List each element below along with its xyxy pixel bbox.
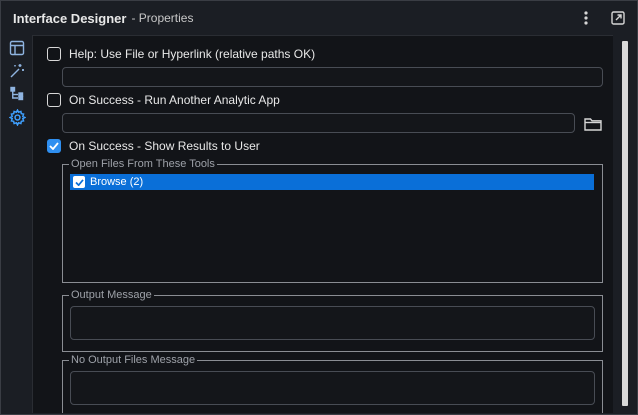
output-message-legend: Output Message xyxy=(71,289,152,301)
run-app-checkbox-row[interactable]: On Success - Run Another Analytic App xyxy=(47,93,280,107)
vertical-scrollbar[interactable] xyxy=(613,35,637,413)
title-bar: Interface Designer - Properties xyxy=(1,1,637,35)
magic-wand-icon[interactable] xyxy=(8,62,26,80)
window-title: Interface Designer xyxy=(13,10,127,26)
open-files-group: Open Files From These Tools Browse (2) xyxy=(62,158,603,283)
tree-icon[interactable] xyxy=(8,85,26,103)
folder-icon[interactable] xyxy=(582,114,604,134)
help-checkbox-label: Help: Use File or Hyperlink (relative pa… xyxy=(69,47,316,61)
help-checkbox[interactable] xyxy=(47,47,61,61)
window-subtitle: - Properties xyxy=(131,11,194,25)
open-files-list-item[interactable]: Browse (2) xyxy=(70,174,594,190)
show-results-checkbox-row[interactable]: On Success - Show Results to User xyxy=(47,139,260,153)
run-app-checkbox-label: On Success - Run Another Analytic App xyxy=(69,93,280,107)
help-link-field[interactable] xyxy=(62,67,603,87)
vertical-ellipsis-icon[interactable] xyxy=(577,8,595,28)
show-results-checkbox-label: On Success - Show Results to User xyxy=(69,139,260,153)
show-results-checkbox[interactable] xyxy=(47,139,61,153)
gear-icon[interactable] xyxy=(8,108,26,126)
run-app-path-field[interactable] xyxy=(62,113,575,133)
no-output-message-input[interactable] xyxy=(70,371,595,405)
sidebar xyxy=(1,35,32,414)
scrollbar-thumb[interactable] xyxy=(622,41,628,406)
properties-panel: Help: Use File or Hyperlink (relative pa… xyxy=(32,35,613,413)
no-output-message-legend: No Output Files Message xyxy=(71,354,196,366)
interface-designer-window: Interface Designer - Properties Help: Us… xyxy=(0,0,638,415)
popout-icon[interactable] xyxy=(609,8,627,28)
output-message-input[interactable] xyxy=(70,306,595,340)
open-files-legend: Open Files From These Tools xyxy=(71,158,215,170)
run-app-checkbox[interactable] xyxy=(47,93,61,107)
layout-icon[interactable] xyxy=(8,39,26,57)
list-item-label: Browse (2) xyxy=(90,176,144,188)
list-item-checkbox[interactable] xyxy=(73,176,85,188)
help-checkbox-row[interactable]: Help: Use File or Hyperlink (relative pa… xyxy=(47,47,315,61)
